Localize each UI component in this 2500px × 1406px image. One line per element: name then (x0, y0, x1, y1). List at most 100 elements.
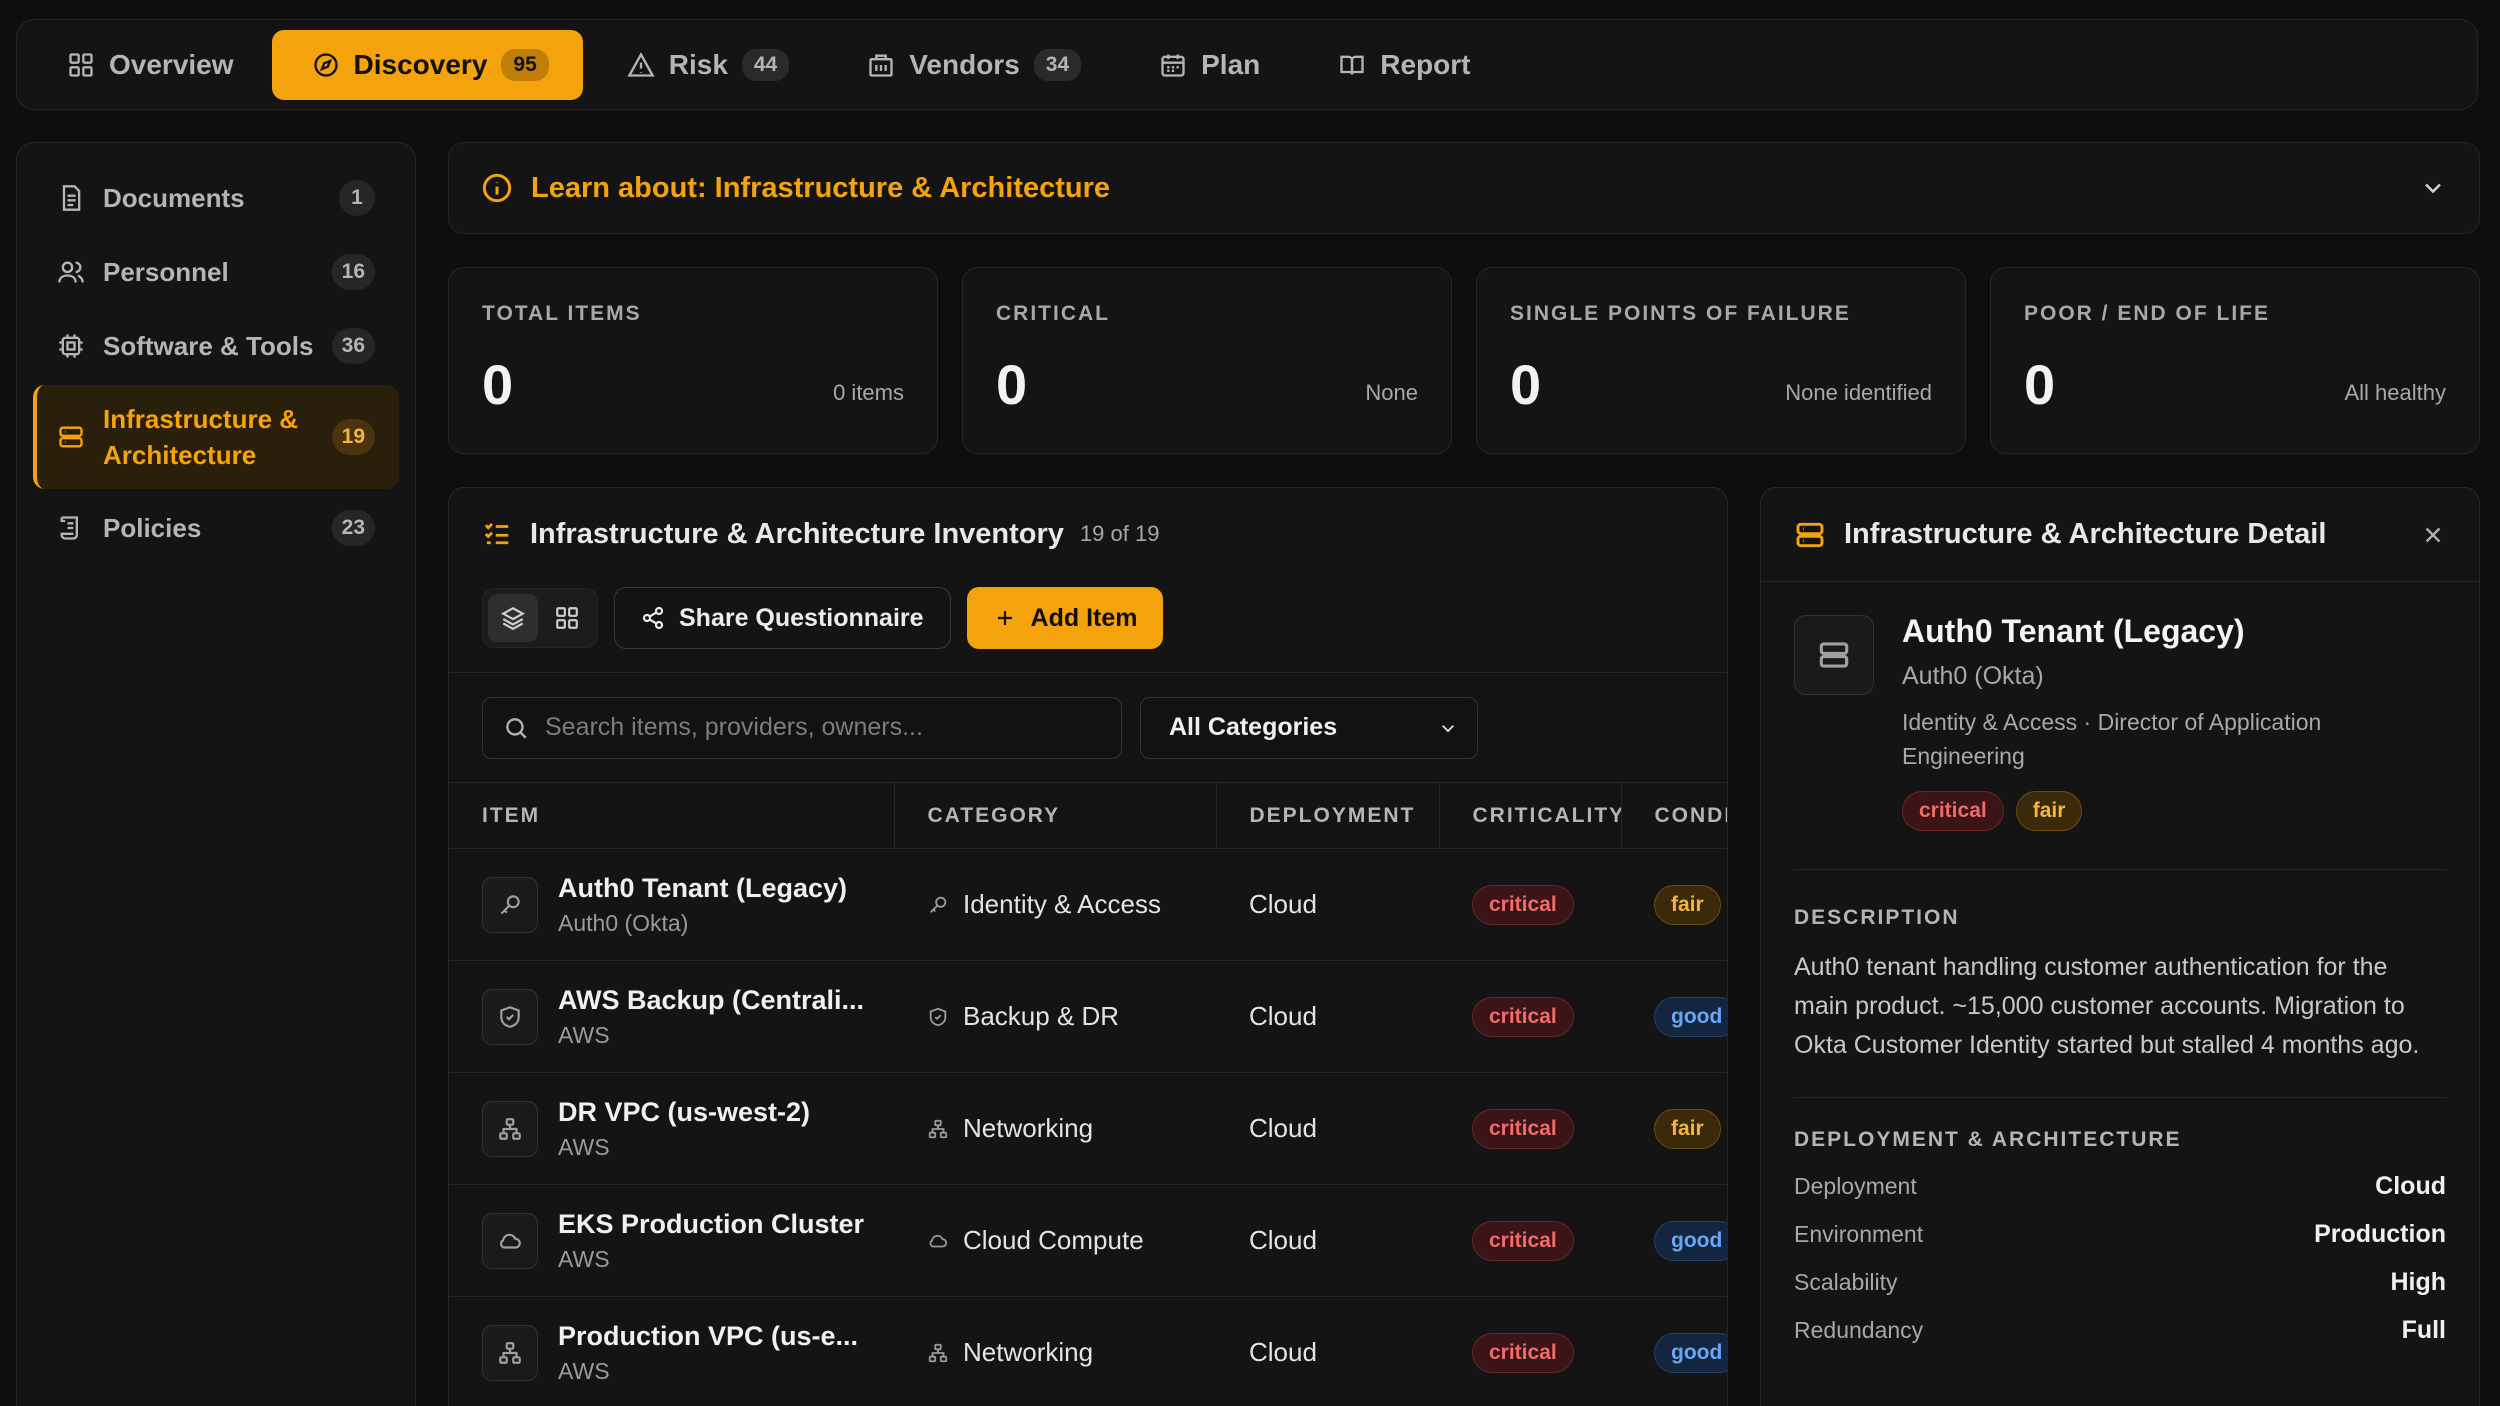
item-deployment: Cloud (1216, 1296, 1439, 1406)
tab-label: Report (1380, 48, 1471, 80)
checklist-icon (484, 523, 509, 545)
search-input[interactable] (545, 713, 1101, 742)
tab-risk[interactable]: Risk 44 (587, 30, 824, 100)
learn-banner[interactable]: Learn about: Infrastructure & Architectu… (448, 142, 2480, 234)
key-icon (930, 896, 947, 913)
key-icon (500, 894, 520, 914)
item-category: Networking (963, 1337, 1094, 1367)
sidebar-item-personnel[interactable]: Personnel 16 (33, 237, 399, 307)
sidebar-item-documents[interactable]: Documents 1 (33, 163, 399, 233)
inventory-table: ITEM CATEGORY DEPLOYMENT CRITICALITY CON… (449, 782, 1727, 1406)
network-icon (499, 1341, 521, 1364)
learn-title: Learn about: Infrastructure & Architectu… (531, 171, 1111, 204)
document-icon (62, 185, 81, 211)
sidebar-count-badge: 23 (331, 510, 375, 546)
detail-field-deployment: Deployment Cloud (1794, 1162, 2446, 1210)
stat-label: POOR / END OF LIFE (2024, 302, 2271, 325)
field-key: Redundancy (1794, 1316, 1924, 1343)
item-provider: Auth0 (Okta) (558, 909, 689, 936)
column-header-deployment[interactable]: DEPLOYMENT (1216, 782, 1440, 849)
stat-value: 0 (1510, 353, 1542, 416)
item-name: AWS Backup (Centrali... (558, 984, 865, 1015)
field-key: Environment (1794, 1220, 1924, 1247)
tab-vendors[interactable]: Vendors 34 (827, 30, 1115, 100)
tab-plan[interactable]: Plan (1119, 30, 1294, 100)
column-header-criticality[interactable]: CRITICALITY (1439, 782, 1622, 849)
sidebar-item-policies[interactable]: Policies 23 (33, 493, 399, 563)
item-deployment: Cloud (1216, 960, 1439, 1073)
condition-badge: good (1654, 1220, 1727, 1261)
sidebar-count-badge: 16 (331, 254, 375, 290)
tab-overview[interactable]: Overview (27, 30, 268, 100)
sidebar-item-software-tools[interactable]: Software & Tools 36 (33, 311, 399, 381)
item-category: Networking (963, 1113, 1094, 1143)
item-icon-box (482, 1212, 538, 1269)
sidebar-count-badge: 19 (331, 419, 375, 455)
server-icon (1819, 642, 1849, 668)
tab-label: Plan (1201, 48, 1261, 80)
detail-panel-title: Infrastructure & Architecture Detail (1844, 518, 2327, 550)
building-icon (869, 54, 893, 77)
table-row[interactable]: EKS Production Cluster AWS Cloud Compute … (449, 1184, 1727, 1297)
divider (1794, 1097, 2446, 1098)
field-key: Deployment (1794, 1172, 1917, 1199)
column-header-item[interactable]: ITEM (449, 782, 895, 849)
share-questionnaire-button[interactable]: Share Questionnaire (614, 587, 951, 649)
item-icon-box (482, 1100, 538, 1157)
category-filter-value: All Categories (1169, 713, 1338, 741)
calendar-icon (1161, 54, 1185, 77)
sidebar-count-badge: 1 (339, 180, 375, 216)
share-icon (642, 606, 664, 630)
grid-view-button[interactable] (542, 594, 592, 642)
item-category: Cloud Compute (963, 1225, 1144, 1255)
table-row[interactable]: DR VPC (us-west-2) AWS Networking Cloud c… (449, 1072, 1727, 1185)
network-icon (928, 1119, 948, 1138)
scroll-icon (60, 516, 78, 540)
stat-card-total-items: TOTAL ITEMS 0 0 items (448, 267, 938, 454)
item-name: Production VPC (us-e... (558, 1320, 859, 1351)
chevron-down-icon[interactable] (2419, 174, 2447, 202)
sidebar-item-label: Software & Tools (103, 331, 314, 361)
cloud-icon (929, 1234, 948, 1247)
column-header-condition[interactable]: CONDITION (1621, 782, 1727, 849)
column-header-category[interactable]: CATEGORY (894, 782, 1217, 849)
divider (1794, 869, 2446, 870)
close-icon[interactable] (2420, 522, 2446, 548)
condition-badge: fair (1654, 884, 1721, 925)
field-value: Production (2314, 1219, 2446, 1248)
criticality-badge: critical (1472, 1220, 1574, 1261)
detail-item-name: Auth0 Tenant (Legacy) (1902, 613, 2245, 649)
condition-badge: good (1654, 1332, 1727, 1373)
grid-icon (69, 52, 93, 77)
criticality-badge: critical (1472, 1332, 1574, 1373)
add-item-button[interactable]: Add Item (966, 587, 1164, 649)
tab-report[interactable]: Report (1298, 30, 1504, 100)
stat-subtext: All healthy (2344, 380, 2446, 405)
sidebar-item-infrastructure[interactable]: Infrastructure & Architecture 19 (33, 385, 399, 489)
criticality-badge: critical (1472, 1108, 1574, 1149)
sidebar-item-label: Policies (103, 513, 202, 543)
layers-view-button[interactable] (488, 594, 538, 642)
item-category: Identity & Access (963, 889, 1161, 919)
server-icon (59, 426, 83, 448)
tab-label: Overview (109, 48, 234, 80)
detail-field-environment: Environment Production (1794, 1210, 2446, 1258)
field-value: Full (2401, 1315, 2446, 1344)
sidebar-item-label: Infrastructure & Architecture (103, 404, 299, 470)
stat-label: SINGLE POINTS OF FAILURE (1510, 302, 1851, 325)
tab-discovery[interactable]: Discovery 95 (271, 29, 583, 100)
table-row[interactable]: Production VPC (us-e... AWS Networking Cl… (449, 1296, 1727, 1406)
category-filter-select[interactable]: All Categories (1140, 696, 1478, 759)
table-row[interactable]: Auth0 Tenant (Legacy) Auth0 (Okta) Identi… (449, 848, 1727, 961)
tab-count-badge: 34 (1033, 48, 1082, 81)
inventory-title: Infrastructure & Architecture Inventory (530, 517, 1064, 550)
table-row[interactable]: AWS Backup (Centrali... AWS Backup & DR C… (449, 960, 1727, 1073)
criticality-badge: critical (1472, 884, 1574, 925)
tab-count-badge: 44 (741, 48, 790, 81)
condition-badge: good (1654, 996, 1727, 1037)
sidebar-count-badge: 36 (331, 328, 375, 364)
item-provider: AWS (558, 1357, 610, 1384)
search-box[interactable] (482, 696, 1122, 759)
cloud-icon (500, 1233, 521, 1249)
sidebar-item-label: Personnel (103, 257, 229, 287)
